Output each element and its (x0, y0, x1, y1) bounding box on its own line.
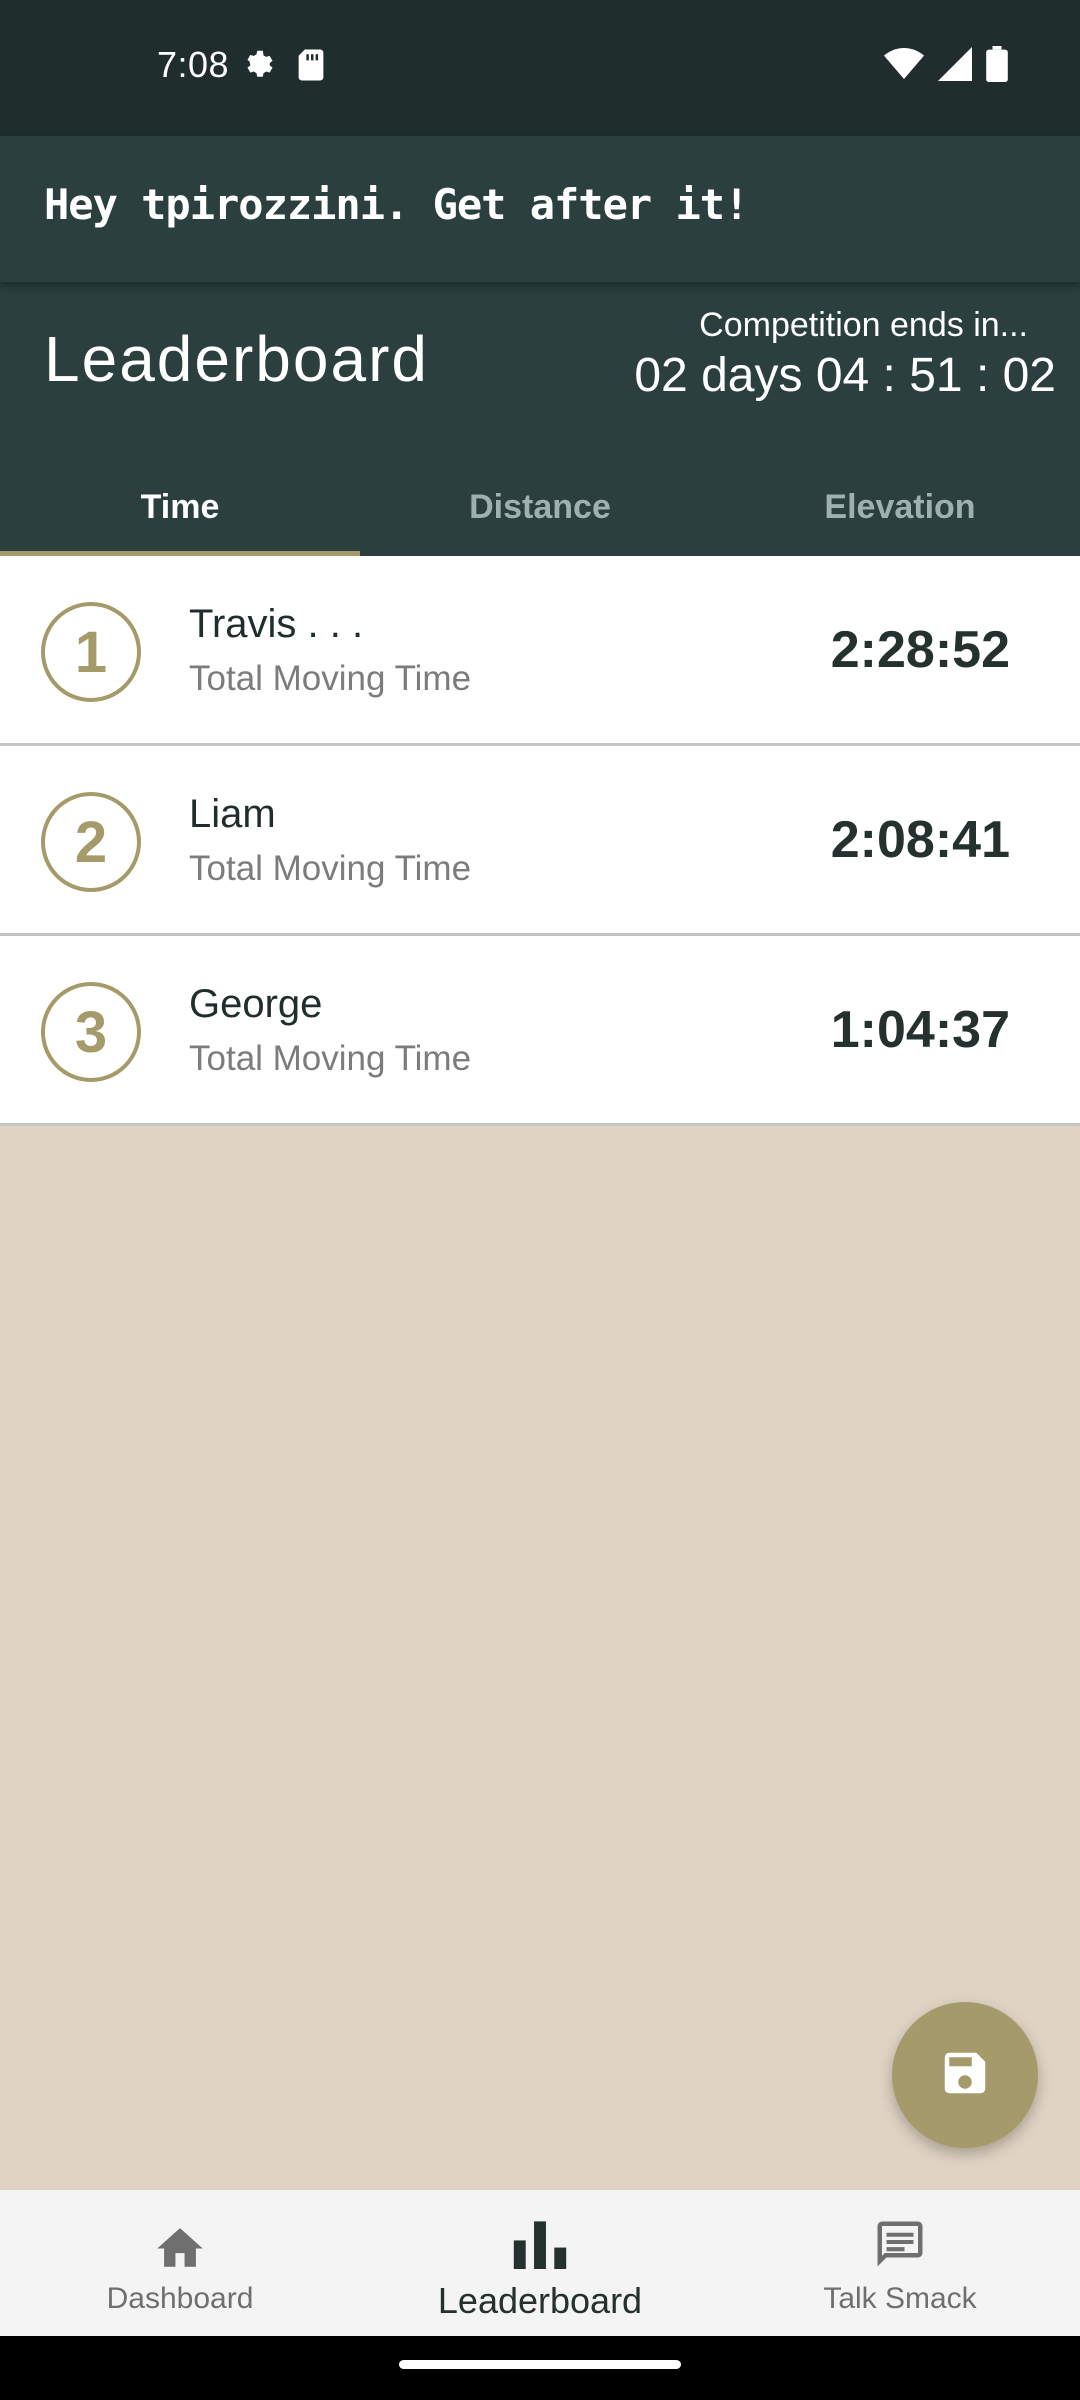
leaderboard-row[interactable]: 3 George Total Moving Time 1:04:37 (0, 936, 1080, 1126)
athlete-name: George (189, 982, 323, 1026)
metric-label: Total Moving Time (189, 849, 472, 888)
leaderboard-header: Leaderboard Competition ends in... 02 da… (0, 282, 1080, 556)
wifi-icon (884, 47, 924, 86)
leaderboard-list: 1 Travis . . . Total Moving Time 2:28:52… (0, 556, 1080, 1126)
nav-talk-smack[interactable]: Talk Smack (720, 2190, 1080, 2336)
status-bar: 7:08 (0, 0, 1080, 136)
settings-icon (241, 46, 279, 89)
nav-label: Talk Smack (823, 2282, 977, 2315)
nav-label: Leaderboard (437, 2280, 643, 2321)
page-title: Leaderboard (44, 323, 429, 395)
bar-chart-icon (511, 2216, 569, 2272)
status-time: 7:08 (157, 44, 230, 85)
home-icon (152, 2216, 208, 2272)
signal-icon (938, 47, 972, 86)
rank-badge: 2 (41, 792, 141, 892)
tab-time[interactable]: Time (0, 458, 360, 556)
chat-icon (872, 2216, 928, 2272)
nav-leaderboard[interactable]: Leaderboard (360, 2190, 720, 2336)
gesture-navigation-area (0, 2336, 1080, 2400)
metric-value: 2:08:41 (830, 811, 1010, 869)
metric-label: Total Moving Time (189, 659, 472, 698)
save-icon (938, 2046, 992, 2105)
battery-icon (986, 46, 1008, 87)
sd-card-icon (295, 48, 327, 87)
home-gesture-handle[interactable] (399, 2360, 681, 2369)
competition-label: Competition ends in... (699, 306, 1028, 344)
status-icons-right (884, 46, 1008, 87)
athlete-name: Travis . . . (189, 602, 364, 646)
metric-label: Total Moving Time (189, 1039, 472, 1078)
save-fab-button[interactable] (892, 2002, 1038, 2148)
nav-label: Dashboard (106, 2282, 254, 2315)
tab-distance[interactable]: Distance (360, 458, 720, 556)
metric-value: 2:28:52 (830, 621, 1010, 679)
greeting-bar: Hey tpirozzini. Get after it! (0, 136, 1080, 282)
tab-elevation[interactable]: Elevation (720, 458, 1080, 556)
leaderboard-row[interactable]: 2 Liam Total Moving Time 2:08:41 (0, 746, 1080, 936)
leaderboard-row[interactable]: 1 Travis . . . Total Moving Time 2:28:52 (0, 556, 1080, 746)
rank-badge: 1 (41, 602, 141, 702)
competition-countdown: 02 days 04 : 51 : 02 (634, 349, 1056, 402)
status-icons-left (241, 46, 327, 89)
metric-value: 1:04:37 (830, 1001, 1010, 1059)
bottom-navigation: Dashboard Leaderboard Talk Smack (0, 2190, 1080, 2336)
athlete-name: Liam (189, 792, 276, 836)
nav-dashboard[interactable]: Dashboard (0, 2190, 360, 2336)
rank-badge: 3 (41, 982, 141, 1082)
metric-tabs: Time Distance Elevation (0, 458, 1080, 556)
greeting-text: Hey tpirozzini. Get after it! (44, 180, 749, 229)
